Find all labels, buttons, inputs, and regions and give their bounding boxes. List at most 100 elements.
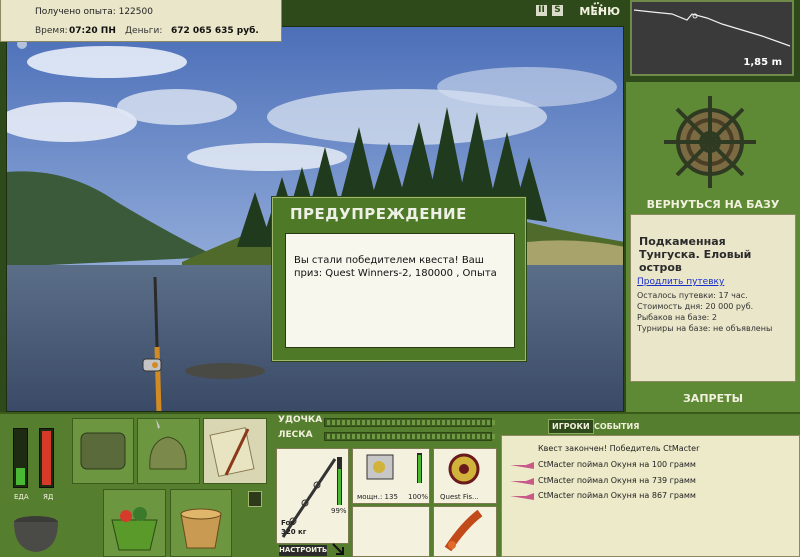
tension-tick <box>382 434 385 439</box>
adjust-button[interactable]: НАСТРОИТЬ <box>279 545 327 556</box>
bait-basket-icon <box>111 507 158 551</box>
tension-tick <box>332 420 335 425</box>
food-meter-fill <box>16 468 25 485</box>
tension-tick <box>422 420 425 425</box>
tension-tick <box>472 420 475 425</box>
reel-icon <box>366 453 422 483</box>
ship-wheel-icon[interactable] <box>626 84 800 196</box>
extend-permit-link[interactable]: Продлить путевку <box>637 277 724 287</box>
pause-icon[interactable]: II <box>536 5 547 16</box>
tension-tick <box>377 434 380 439</box>
tension-tick <box>457 434 460 439</box>
rod-percent: 99% <box>331 507 347 515</box>
tension-tick <box>422 434 425 439</box>
food-meter <box>13 428 28 488</box>
warning-dialog: ПРЕДУПРЕЖДЕНИЕ Вы стали победителем квес… <box>271 196 527 362</box>
tension-tick <box>452 434 455 439</box>
bait-basket-slot[interactable] <box>103 489 166 557</box>
tension-tick <box>382 420 385 425</box>
rod-weight: 320 кг <box>281 528 307 536</box>
poison-meter-fill <box>42 430 51 485</box>
tension-tick <box>437 420 440 425</box>
bucket-icon <box>180 508 222 549</box>
tension-tick <box>432 434 435 439</box>
tension-tick <box>352 420 355 425</box>
tension-tick <box>427 434 430 439</box>
chat-message: CtMacter поймал Окуня на 867 грамм <box>538 491 696 500</box>
lure-icon <box>510 493 534 500</box>
tab-players[interactable]: ИГРОКИ <box>548 419 594 434</box>
line-name: Quest Fis... <box>440 493 479 501</box>
location-info-line: Турниры на базе: не объявлены <box>637 324 773 333</box>
tension-tick <box>482 434 485 439</box>
poison-meter <box>39 428 54 488</box>
tension-tick <box>467 420 470 425</box>
bucket-slot[interactable] <box>170 489 232 557</box>
tension-tick <box>387 420 390 425</box>
location-panel: Подкаменная Тунгуска. Еловый остров Прод… <box>630 214 796 382</box>
backpack-slot[interactable] <box>72 418 134 484</box>
rod-line-labels: УДОЧКА ЛЕСКА <box>278 415 322 440</box>
sack-icon <box>149 419 187 470</box>
tension-tick <box>402 420 405 425</box>
tension-tick <box>392 434 395 439</box>
tension-tick <box>487 434 490 439</box>
tension-tick <box>442 434 445 439</box>
tension-tick <box>482 420 485 425</box>
reel-slot[interactable]: мощн.: 135 100% <box>352 448 430 504</box>
food-label: ЕДА <box>14 493 29 501</box>
tension-tick <box>412 420 415 425</box>
menu-button[interactable]: МЕНЮ <box>574 3 620 21</box>
tab-events[interactable]: СОБЫТИЯ <box>594 422 639 431</box>
tension-tick <box>392 420 395 425</box>
notebook-slot[interactable] <box>203 418 267 484</box>
tension-tick <box>327 420 330 425</box>
tension-tick <box>397 434 400 439</box>
sack-slot[interactable] <box>137 418 200 484</box>
pot-icon[interactable] <box>8 508 64 556</box>
tension-tick <box>342 434 345 439</box>
tension-tick <box>477 434 480 439</box>
tension-tick <box>387 434 390 439</box>
reel-power: мощн.: 135 <box>357 493 398 501</box>
dialog-title: ПРЕДУПРЕЖДЕНИЕ <box>290 205 467 223</box>
tension-tick <box>347 434 350 439</box>
back-to-base-button[interactable]: ВЕРНУТЬСЯ НА БАЗУ <box>626 198 800 211</box>
tension-tick <box>412 434 415 439</box>
chat-message: Квест закончен! Победитель CtMacter <box>538 444 700 453</box>
tension-tick <box>442 420 445 425</box>
rod-slot[interactable]: Fox 320 кг 99% <box>276 448 349 544</box>
time-value: 07:20 ПН <box>69 26 116 36</box>
dialog-message: Вы стали победителем квеста! Ваш приз: Q… <box>294 255 497 279</box>
tension-tick <box>337 434 340 439</box>
chat-message: CtMacter поймал Окуня на 100 грамм <box>538 460 696 469</box>
location-title: Подкаменная Тунгуска. Еловый остров <box>639 235 752 274</box>
depth-panel: 1,85 m <box>630 0 794 76</box>
location-info-line: Стоимость дня: 20 000 руб. <box>637 302 754 311</box>
tension-tick <box>372 420 375 425</box>
empty-rig-slot[interactable] <box>352 506 430 557</box>
tension-tick <box>452 420 455 425</box>
lure-slot[interactable] <box>433 506 497 557</box>
small-slot-icon[interactable] <box>248 491 262 507</box>
tension-tick <box>417 434 420 439</box>
time-label: Время: <box>35 26 68 36</box>
tension-tick <box>462 434 465 439</box>
money-value: 672 065 635 руб. <box>171 26 259 36</box>
expand-arrow-icon[interactable] <box>331 542 345 556</box>
tension-tick <box>492 420 495 425</box>
tension-tick <box>457 420 460 425</box>
tension-tick <box>447 420 450 425</box>
chat-panel: Квест закончен! Победитель CtMacter CtMa… <box>501 435 800 557</box>
tension-tick <box>427 420 430 425</box>
line-slot[interactable]: Quest Fis... <box>433 448 497 504</box>
tension-tick <box>362 434 365 439</box>
tension-tick <box>407 434 410 439</box>
sound-icon[interactable]: S <box>552 5 563 16</box>
tension-tick <box>342 420 345 425</box>
bans-button[interactable]: ЗАПРЕТЫ <box>626 392 800 405</box>
rod-tension-bar <box>324 418 495 427</box>
tension-tick <box>467 434 470 439</box>
rod-name: Fox <box>281 519 295 527</box>
experience-text: Получено опыта: 122500 <box>35 7 153 17</box>
